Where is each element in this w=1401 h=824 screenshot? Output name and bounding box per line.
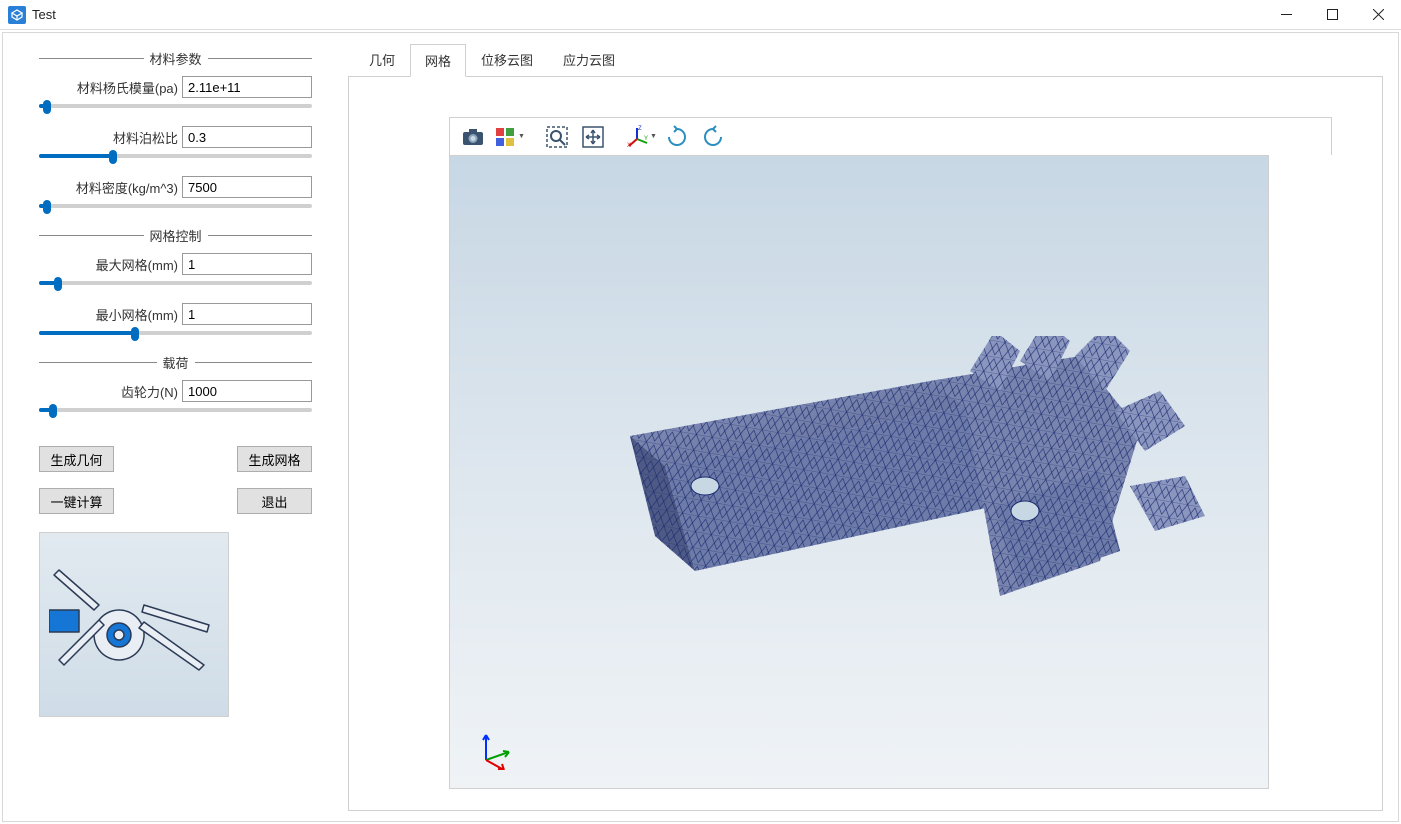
orientation-triad-icon — [474, 730, 514, 770]
tab-displacement[interactable]: 位移云图 — [466, 43, 548, 76]
group-header-material: 材料参数 — [39, 49, 312, 68]
tab-bar: 几何 网格 位移云图 应力云图 — [348, 43, 1383, 76]
mesh-model — [600, 336, 1250, 676]
label-min-mesh: 最小网格(mm) — [96, 305, 178, 324]
field-gear-force: 齿轮力(N) — [39, 380, 312, 402]
slider-max-mesh[interactable] — [39, 281, 312, 285]
rotate-counterclockwise-button[interactable] — [696, 121, 730, 153]
generate-mesh-button[interactable]: 生成网格 — [237, 446, 312, 472]
field-youngs-modulus: 材料杨氏模量(pa) — [39, 76, 312, 98]
input-max-mesh[interactable] — [182, 253, 312, 275]
one-click-calc-button[interactable]: 一键计算 — [39, 488, 114, 514]
slider-min-mesh[interactable] — [39, 331, 312, 335]
group-header-label: 载荷 — [157, 353, 195, 372]
field-min-mesh: 最小网格(mm) — [39, 303, 312, 325]
label-density: 材料密度(kg/m^3) — [76, 178, 178, 197]
label-gear-force: 齿轮力(N) — [121, 382, 178, 401]
camera-snapshot-button[interactable] — [456, 121, 490, 153]
tab-mesh[interactable]: 网格 — [410, 44, 466, 77]
field-poisson-ratio: 材料泊松比 — [39, 126, 312, 148]
rotate-clockwise-button[interactable] — [660, 121, 694, 153]
window-title: Test — [32, 7, 56, 22]
viewport-toolbar: ▼ ZY X ▼ — [449, 117, 1332, 155]
group-header-label: 网格控制 — [144, 226, 208, 245]
input-gear-force[interactable] — [182, 380, 312, 402]
label-poisson-ratio: 材料泊松比 — [113, 128, 178, 147]
assembly-thumbnail — [39, 532, 229, 717]
view-options-button[interactable]: ▼ — [492, 121, 526, 153]
input-youngs-modulus[interactable] — [182, 76, 312, 98]
input-min-mesh[interactable] — [182, 303, 312, 325]
label-max-mesh: 最大网格(mm) — [96, 255, 178, 274]
orientation-axes-button[interactable]: ZY X ▼ — [624, 121, 658, 153]
slider-density[interactable] — [39, 204, 312, 208]
chevron-down-icon: ▼ — [518, 133, 525, 140]
app-icon — [8, 6, 26, 24]
exit-button[interactable]: 退出 — [237, 488, 312, 514]
tab-geometry[interactable]: 几何 — [354, 43, 410, 76]
group-header-label: 材料参数 — [144, 49, 208, 68]
tab-content: ▼ ZY X ▼ — [348, 76, 1383, 811]
slider-poisson-ratio[interactable] — [39, 154, 312, 158]
window-maximize-button[interactable] — [1309, 0, 1355, 30]
fit-extents-button[interactable] — [576, 121, 610, 153]
input-density[interactable] — [182, 176, 312, 198]
field-max-mesh: 最大网格(mm) — [39, 253, 312, 275]
slider-gear-force[interactable] — [39, 408, 312, 412]
chevron-down-icon: ▼ — [650, 133, 657, 140]
zoom-area-button[interactable] — [540, 121, 574, 153]
window-close-button[interactable] — [1355, 0, 1401, 30]
tab-stress[interactable]: 应力云图 — [548, 43, 630, 76]
field-density: 材料密度(kg/m^3) — [39, 176, 312, 198]
titlebar: Test — [0, 0, 1401, 30]
group-header-mesh: 网格控制 — [39, 226, 312, 245]
label-youngs-modulus: 材料杨氏模量(pa) — [77, 78, 178, 97]
svg-text:X: X — [627, 143, 631, 149]
input-poisson-ratio[interactable] — [182, 126, 312, 148]
group-header-load: 载荷 — [39, 353, 312, 372]
main-panel: 几何 网格 位移云图 应力云图 ▼ — [348, 33, 1398, 821]
slider-youngs-modulus[interactable] — [39, 104, 312, 108]
mesh-viewport[interactable] — [449, 155, 1269, 789]
svg-text:Y: Y — [644, 136, 648, 142]
svg-text:Z: Z — [638, 126, 642, 132]
sidebar: 材料参数 材料杨氏模量(pa) 材料泊松比 材料密度(kg/m^3) 网格控制 … — [3, 33, 348, 821]
generate-geometry-button[interactable]: 生成几何 — [39, 446, 114, 472]
window-minimize-button[interactable] — [1263, 0, 1309, 30]
